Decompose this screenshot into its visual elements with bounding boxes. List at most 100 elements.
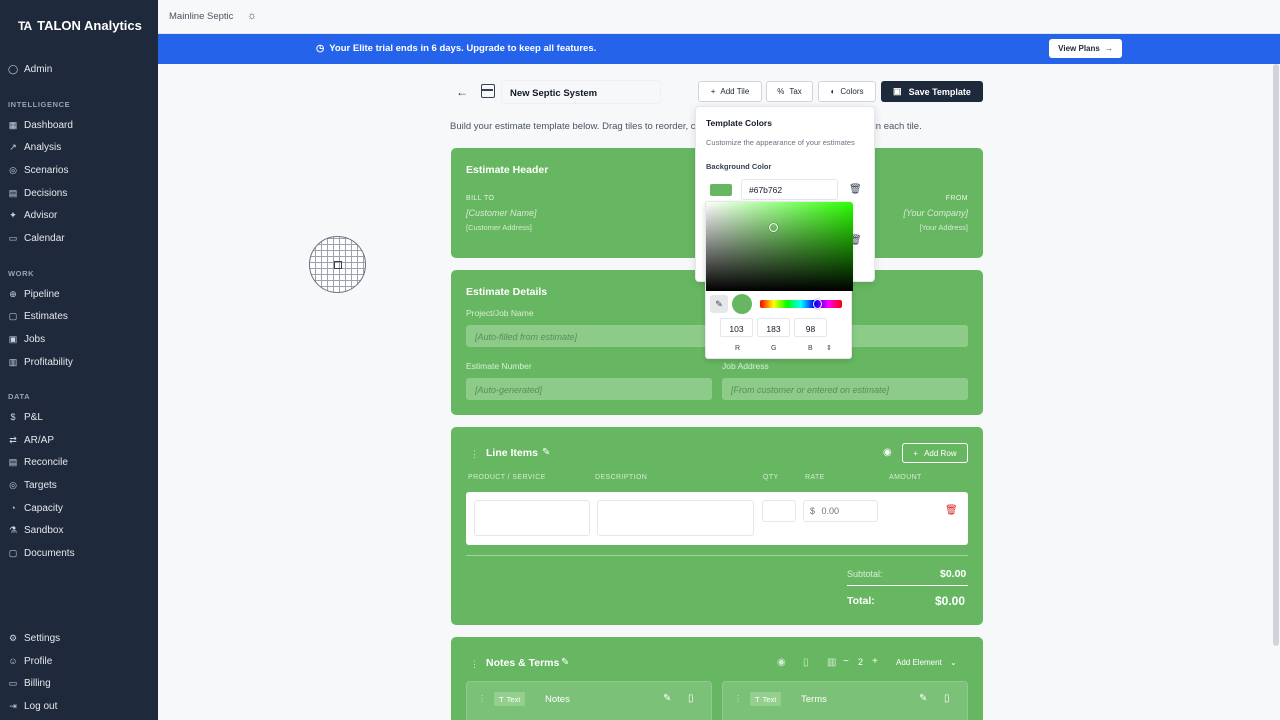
hue-slider[interactable] [760, 300, 842, 308]
trash-icon[interactable]: 🗑 [945, 505, 958, 516]
scrollbar[interactable] [1273, 64, 1279, 646]
column-header: QTY [763, 474, 779, 481]
minus-icon[interactable]: − [843, 656, 849, 667]
job-address-field[interactable]: [From customer or entered on estimate] [722, 378, 968, 400]
calendar-icon: ▭ [8, 232, 18, 243]
saturation-area[interactable] [706, 202, 853, 291]
divider [847, 585, 968, 586]
green-label: G [771, 345, 777, 352]
view-plans-button[interactable]: View Plans → [1049, 39, 1122, 58]
rate-input[interactable]: $ 0.00 [803, 500, 878, 522]
product-service-input[interactable] [474, 500, 590, 536]
add-row-button[interactable]: + Add Row [902, 443, 968, 463]
drag-handle-icon[interactable]: ⋮ [470, 449, 479, 460]
edit-pencil-icon[interactable]: ✎ [561, 657, 569, 668]
intro-text-right: in each tile. [873, 121, 922, 132]
sidebar-item-dashboard[interactable]: ▦ Dashboard [8, 115, 150, 135]
text-type-icon: T [499, 694, 504, 704]
format-toggle-icon[interactable]: ⇕ [826, 344, 832, 352]
sidebar-section-work: WORK [8, 269, 35, 278]
terms-sub-tile[interactable]: ⋮ T Text Terms ✎ ▯ [722, 681, 968, 720]
sidebar-item-estimates[interactable]: ▢ Estimates [8, 306, 150, 326]
sidebar-item-label: Capacity [24, 502, 63, 514]
sidebar-item-arap[interactable]: ⇄ AR/AP [8, 430, 150, 450]
hue-slider-handle[interactable] [813, 299, 822, 309]
sidebar-item-admin[interactable]: ◯ Admin [8, 59, 150, 79]
back-arrow-icon[interactable]: ← [456, 85, 468, 99]
background-color-label: Background Color [706, 162, 772, 171]
trial-banner: ◷ Your Elite trial ends in 6 days. Upgra… [158, 34, 1280, 64]
eyedropper-icon[interactable]: ✎ [710, 295, 728, 313]
plus-icon[interactable]: + [872, 656, 878, 667]
trash-icon[interactable]: ▯ [944, 693, 950, 704]
sidebar-item-decisions[interactable]: ▤ Decisions [8, 183, 150, 203]
brand-logo-icon: TA [18, 18, 32, 33]
eye-icon[interactable]: ◉ [777, 657, 786, 668]
edit-pencil-icon[interactable]: ✎ [542, 447, 550, 458]
sidebar-item-documents[interactable]: ▢ Documents [8, 543, 150, 563]
sidebar-item-calendar[interactable]: ▭ Calendar [8, 228, 150, 248]
add-tile-button[interactable]: + Add Tile [698, 81, 762, 102]
sidebar-item-logout[interactable]: ⇥ Log out [8, 696, 150, 716]
sidebar-item-jobs[interactable]: ▣ Jobs [8, 329, 150, 349]
drag-handle-icon[interactable]: ⋮ [470, 659, 479, 670]
drag-handle-icon[interactable]: ⋮ [734, 694, 742, 703]
add-element-button[interactable]: Add Element ⌄ [896, 658, 957, 667]
brand[interactable]: TA TALON Analytics [18, 18, 142, 33]
sidebar-item-profitability[interactable]: ▥ Profitability [8, 352, 150, 372]
logout-icon: ⇥ [9, 700, 17, 711]
save-icon: ▣ [893, 86, 902, 96]
sidebar-item-capacity[interactable]: ◔ Capacity [8, 498, 150, 518]
saturation-handle[interactable] [769, 223, 778, 232]
text-chip: T Text [750, 692, 782, 706]
dollar-icon: $ [10, 412, 16, 422]
sidebar-item-reconcile[interactable]: ▤ Reconcile [8, 452, 150, 472]
template-name-input[interactable]: New Septic System [501, 80, 661, 104]
bar-chart-icon: ▥ [8, 356, 18, 367]
edit-pencil-icon[interactable]: ✎ [919, 693, 927, 704]
colors-button[interactable]: ◐ Colors [818, 81, 876, 102]
blue-input[interactable]: 98 [794, 318, 827, 337]
sidebar-item-sandbox[interactable]: ⚗ Sandbox [8, 520, 150, 540]
magnifier-cursor [309, 236, 366, 293]
red-input[interactable]: 103 [720, 318, 753, 337]
save-template-button[interactable]: ▣ Save Template [881, 81, 983, 102]
qty-input[interactable] [762, 500, 796, 522]
sidebar-item-analysis[interactable]: ↗ Analysis [8, 137, 150, 157]
sidebar-item-label: Decisions [24, 187, 68, 199]
company-name[interactable]: Mainline Septic [169, 11, 233, 22]
sidebar-item-settings[interactable]: ⚙ Settings [8, 628, 150, 648]
target-icon: ◎ [9, 164, 17, 175]
description-input[interactable] [597, 500, 754, 536]
background-color-swatch[interactable] [710, 184, 732, 196]
drag-handle-icon[interactable]: ⋮ [478, 694, 486, 703]
plus-icon: + [710, 87, 716, 96]
plus-icon: + [913, 448, 919, 458]
sidebar-item-pl[interactable]: $ P&L [8, 407, 150, 427]
sidebar-item-scenarios[interactable]: ◎ Scenarios [8, 160, 150, 180]
estimate-number-field[interactable]: [Auto-generated] [466, 378, 712, 400]
edit-pencil-icon[interactable]: ✎ [663, 693, 671, 704]
sidebar-item-pipeline[interactable]: ⊕ Pipeline [8, 284, 150, 304]
trash-icon[interactable]: ▯ [688, 693, 694, 704]
theme-toggle-sun-icon[interactable]: ☼ [247, 10, 257, 22]
sidebar-item-label: Sandbox [24, 524, 64, 536]
green-input[interactable]: 183 [757, 318, 790, 337]
tax-button[interactable]: % Tax [766, 81, 813, 102]
notes-sub-tile[interactable]: ⋮ T Text Notes ✎ ▯ [466, 681, 712, 720]
sidebar-item-targets[interactable]: ◎ Targets [8, 475, 150, 495]
popover-subtitle: Customize the appearance of your estimat… [706, 138, 855, 147]
sidebar-item-label: Dashboard [24, 119, 73, 131]
background-hex-input[interactable]: #67b762 [741, 179, 838, 200]
sidebar-item-billing[interactable]: ▭ Billing [8, 673, 150, 693]
sidebar-item-label: Estimates [24, 310, 68, 322]
sidebar-item-advisor[interactable]: ✦ Advisor [8, 205, 150, 225]
sidebar-item-label: AR/AP [24, 434, 55, 446]
trash-icon[interactable]: 🗑 [849, 184, 862, 195]
file-icon: ▢ [8, 310, 18, 321]
sidebar-item-profile[interactable]: ☺ Profile [8, 651, 150, 671]
sidebar-item-label: Admin [24, 63, 53, 75]
trash-icon[interactable]: ▯ [803, 657, 809, 668]
clock-icon: ◷ [316, 43, 325, 54]
eye-icon[interactable]: ◉ [883, 447, 892, 458]
